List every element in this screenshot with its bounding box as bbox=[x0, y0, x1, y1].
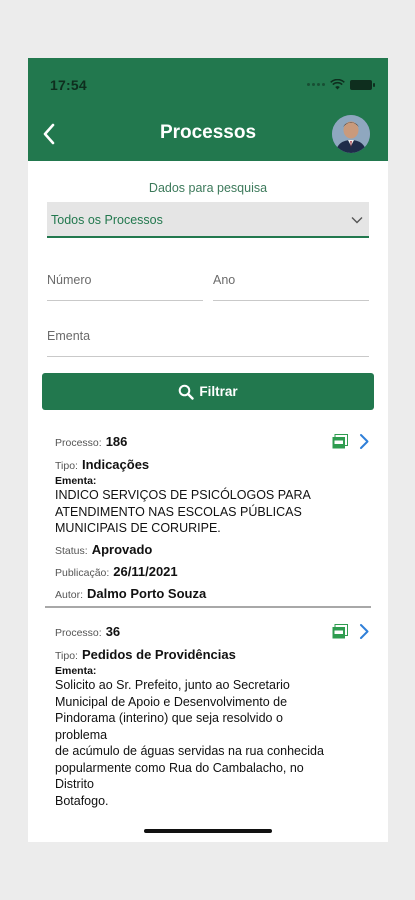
search-icon bbox=[179, 384, 195, 400]
processo-label: Processo: bbox=[55, 437, 102, 449]
app-header: 17:54 Processos bbox=[28, 58, 388, 161]
ano-label: Ano bbox=[213, 273, 236, 287]
card-actions bbox=[332, 433, 370, 450]
process-ementa: Solicito ao Sr. Prefeito, junto ao Secre… bbox=[55, 678, 324, 808]
wifi-icon bbox=[330, 79, 345, 90]
numero-label: Número bbox=[47, 273, 92, 287]
processo-row: Processo: 186 bbox=[55, 433, 370, 452]
tipo-label: Tipo: bbox=[55, 460, 78, 472]
ano-field[interactable]: Ano bbox=[213, 265, 369, 301]
process-status: Aprovado bbox=[91, 541, 153, 557]
autor-label: Autor: bbox=[55, 588, 84, 601]
search-caption: Dados para pesquisa bbox=[148, 181, 268, 195]
ementa-field-label: Ementa bbox=[47, 329, 91, 343]
process-card[interactable]: Processo: 36 Tipo: Pedidos de Providênci… bbox=[55, 623, 370, 809]
filter-label: Filtrar bbox=[199, 384, 238, 399]
chevron-right-icon[interactable] bbox=[358, 623, 370, 640]
chevron-down-icon bbox=[351, 217, 363, 224]
pdf-icon[interactable] bbox=[332, 434, 348, 449]
status-label: Status: bbox=[55, 544, 88, 557]
app-screen: 17:54 Processos Dados para pesquisa Todo… bbox=[28, 58, 388, 842]
card-actions bbox=[332, 623, 370, 640]
filter-button[interactable]: Filtrar bbox=[42, 373, 374, 410]
tipo-label: Tipo: bbox=[55, 650, 78, 662]
process-card[interactable]: Processo: 186 Tipo: Indicações Ementa: I… bbox=[55, 433, 370, 604]
ementa-label: Ementa: bbox=[55, 665, 97, 677]
process-number: 186 bbox=[105, 434, 128, 449]
publicacao-row: Publicação: 26/11/2021 bbox=[55, 563, 370, 582]
card-divider bbox=[45, 606, 371, 608]
publicacao-label: Publicação: bbox=[55, 566, 110, 579]
battery-icon bbox=[350, 79, 375, 90]
home-indicator bbox=[144, 829, 272, 833]
processo-label: Processo: bbox=[55, 627, 102, 639]
process-ementa: INDICO SERVIÇOS DE PSICÓLOGOS PARA ATEND… bbox=[55, 488, 311, 535]
ementa-field[interactable]: Ementa bbox=[47, 321, 369, 357]
status-indicators bbox=[307, 79, 375, 90]
process-number: 36 bbox=[105, 624, 121, 639]
avatar[interactable] bbox=[332, 115, 370, 153]
process-type: Pedidos de Providências bbox=[81, 647, 236, 662]
chevron-right-icon[interactable] bbox=[358, 433, 370, 450]
process-type: Indicações bbox=[81, 457, 150, 472]
tipo-row: Tipo: Pedidos de Providências bbox=[55, 646, 370, 665]
processo-row: Processo: 36 bbox=[55, 623, 370, 642]
numero-field[interactable]: Número bbox=[47, 265, 203, 301]
process-author: Dalmo Porto Souza bbox=[87, 585, 207, 601]
signal-icon bbox=[307, 83, 325, 86]
status-time: 17:54 bbox=[50, 77, 87, 93]
ementa-label: Ementa: bbox=[55, 475, 97, 487]
autor-row: Autor: Dalmo Porto Souza bbox=[55, 585, 370, 604]
pdf-icon[interactable] bbox=[332, 624, 348, 639]
select-value: Todos os Processos bbox=[51, 213, 163, 227]
tipo-row: Tipo: Indicações bbox=[55, 456, 370, 475]
user-avatar-icon bbox=[332, 115, 370, 153]
process-type-select[interactable]: Todos os Processos bbox=[47, 202, 369, 238]
status-row: Status: Aprovado bbox=[55, 541, 370, 560]
process-publication-date: 26/11/2021 bbox=[113, 563, 178, 579]
